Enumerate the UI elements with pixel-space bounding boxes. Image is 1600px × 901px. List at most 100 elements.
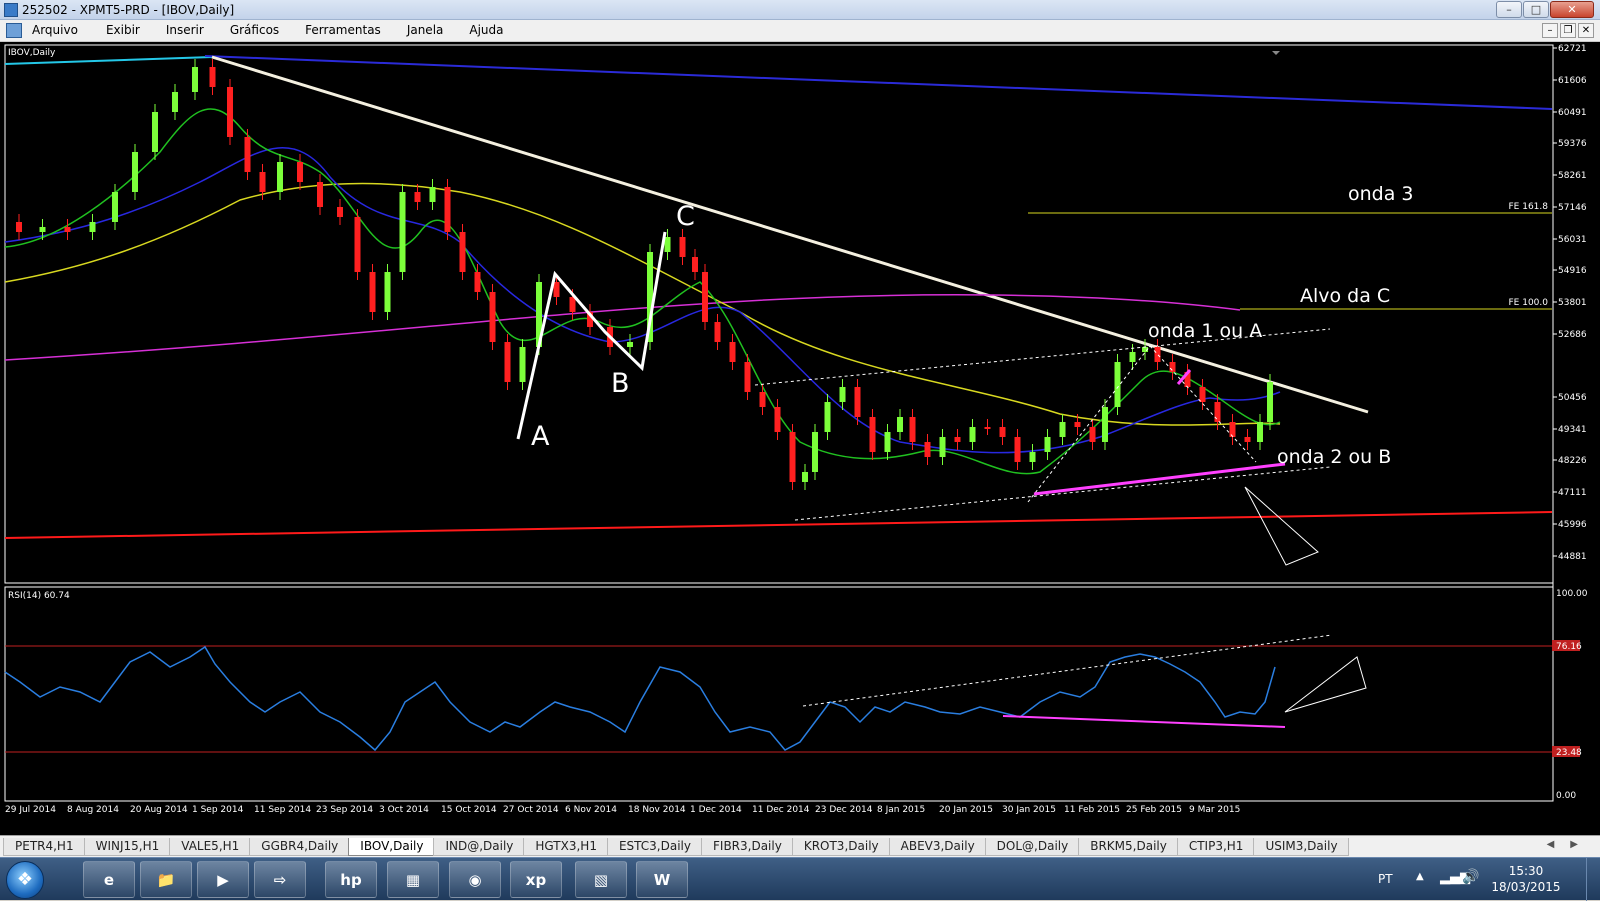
price-tick-label: 53801 <box>1558 298 1587 308</box>
candle-body <box>152 112 158 152</box>
clock-time: 15:30 <box>1508 864 1544 878</box>
hp-icon[interactable]: hp <box>325 861 377 898</box>
ie-icon[interactable]: e <box>83 861 135 898</box>
network-icon[interactable]: ⇨ <box>254 861 306 898</box>
annotation-onda-1-ou-a: onda 1 ou A <box>1148 320 1262 342</box>
price-chart[interactable]: FE 161.8 FE 100.0 onda 3 Alvo da C onda … <box>0 42 1600 835</box>
candle-body <box>984 427 991 429</box>
rsi-pane-border <box>4 586 1554 802</box>
chart-app-icon[interactable]: ▧ <box>575 861 627 898</box>
candle-body <box>489 292 496 342</box>
candle-body <box>692 257 698 272</box>
menu-item-gráficos[interactable]: Gráficos <box>230 23 305 37</box>
candle-body <box>414 192 421 202</box>
tab-ibov-daily[interactable]: IBOV,Daily <box>348 838 435 856</box>
child-minimize-icon[interactable]: – <box>1542 23 1558 38</box>
minimize-icon[interactable]: – <box>1496 1 1522 18</box>
wave2-dotted <box>1149 345 1257 463</box>
child-close-icon[interactable]: ✕ <box>1578 23 1594 38</box>
language-indicator[interactable]: PT <box>1378 872 1393 886</box>
media-icon[interactable]: ▶ <box>197 861 249 898</box>
price-tick-label: 50456 <box>1558 393 1587 403</box>
menu-item-inserir[interactable]: Inserir <box>166 23 230 37</box>
rsi-magenta-line <box>1002 715 1286 728</box>
menu-item-arquivo[interactable]: Arquivo <box>32 23 106 37</box>
main-pane-border <box>4 44 1554 584</box>
candle-body <box>444 187 451 232</box>
candle-body <box>132 152 138 192</box>
candle-body <box>1244 437 1251 442</box>
date-tick-label: 27 Oct 2014 <box>503 805 559 815</box>
menu-item-janela[interactable]: Janela <box>407 23 470 37</box>
candle-body <box>259 172 266 192</box>
annotation-onda-3: onda 3 <box>1348 183 1414 205</box>
price-tick-label: 62721 <box>1558 44 1587 54</box>
candle-body <box>729 342 736 362</box>
tab-scroll-arrows-icon[interactable]: ◀▶ <box>1547 839 1594 850</box>
tab-abev3-daily[interactable]: ABEV3,Daily <box>888 838 986 856</box>
chart-shift-marker-icon[interactable] <box>1272 51 1280 55</box>
candle-body <box>924 442 931 457</box>
xp-icon[interactable]: xp <box>510 861 562 898</box>
candle-body <box>459 232 466 272</box>
candle-body <box>789 432 796 482</box>
start-button[interactable]: ❖ <box>6 861 44 899</box>
tab-dol-daily[interactable]: DOL@,Daily <box>984 838 1080 856</box>
tab-list: PETR4,H1 WINJ15,H1 VALE5,H1 GGBR4,Daily IBOV… <box>3 838 1349 856</box>
tab-petr4-h1[interactable]: PETR4,H1 <box>3 838 85 856</box>
blue-trendline <box>204 55 1553 110</box>
candle-body <box>1044 437 1051 452</box>
tab-winj15-h1[interactable]: WINJ15,H1 <box>83 838 171 856</box>
word-icon[interactable]: W <box>636 861 688 898</box>
date-tick-label: 1 Sep 2014 <box>192 805 244 815</box>
up-triangle-shape <box>1284 656 1367 713</box>
date-tick-label: 15 Oct 2014 <box>441 805 497 815</box>
tab-krot3-daily[interactable]: KROT3,Daily <box>791 838 890 856</box>
candle-body <box>277 162 283 192</box>
menu-item-exibir[interactable]: Exibir <box>106 23 166 37</box>
child-restore-icon[interactable]: ❐ <box>1560 23 1576 38</box>
tab-ggbr4-daily[interactable]: GGBR4,Daily <box>249 838 350 856</box>
tab-fibr3-daily[interactable]: FIBR3,Daily <box>701 838 793 856</box>
candle-body <box>16 222 22 232</box>
candle-body <box>854 387 861 417</box>
maximize-icon[interactable]: □ <box>1523 1 1549 18</box>
tab-brkm5-daily[interactable]: BRKM5,Daily <box>1078 838 1178 856</box>
fe-100-label: FE 100.0 <box>1509 298 1549 308</box>
archive-icon[interactable]: ▦ <box>387 861 439 898</box>
close-icon[interactable]: ✕ <box>1550 1 1594 18</box>
rsi-tick-100: 100.00 <box>1556 589 1588 599</box>
candle-body <box>744 362 751 392</box>
menu-item-ajuda[interactable]: Ajuda <box>469 23 529 37</box>
candle-body <box>1169 362 1176 372</box>
candle-body <box>89 222 96 232</box>
system-tray: PT ▲ ▂▄▆ 🔊 15:30 18/03/2015 <box>1350 858 1600 901</box>
show-desktop-button[interactable] <box>1586 858 1600 901</box>
tab-hgtx3-h1[interactable]: HGTX3,H1 <box>523 838 608 856</box>
date-tick-label: 11 Feb 2015 <box>1064 805 1120 815</box>
date-tick-label: 23 Sep 2014 <box>316 805 373 815</box>
volume-icon[interactable]: 🔊 <box>1462 869 1479 885</box>
chart-window[interactable]: FE 161.8 FE 100.0 onda 3 Alvo da C onda … <box>0 42 1600 835</box>
date-tick-label: 1 Dec 2014 <box>690 805 742 815</box>
tray-expand-icon[interactable]: ▲ <box>1416 871 1424 882</box>
tab-vale5-h1[interactable]: VALE5,H1 <box>169 838 251 856</box>
candle-body <box>227 87 233 137</box>
candle-body <box>519 347 526 382</box>
main-menu: Arquivo Exibir Inserir Gráficos Ferramentas J… <box>32 23 530 37</box>
chrome-icon[interactable]: ◉ <box>449 861 501 898</box>
date-tick-label: 6 Nov 2014 <box>565 805 617 815</box>
document-icon[interactable] <box>6 23 22 38</box>
tab-usim3-daily[interactable]: USIM3,Daily <box>1253 838 1349 856</box>
price-tick-label: 52686 <box>1558 330 1587 340</box>
candle-body <box>884 432 891 452</box>
tab-ind-daily[interactable]: IND@,Daily <box>433 838 525 856</box>
price-axis: 62721 61606 60491 59376 58261 57146 56031 54916… <box>1553 44 1587 562</box>
menu-item-ferramentas[interactable]: Ferramentas <box>305 23 407 37</box>
tab-ctip3-h1[interactable]: CTIP3,H1 <box>1176 838 1255 856</box>
folder-icon[interactable]: 📁 <box>140 861 192 898</box>
candle-body <box>1074 422 1081 427</box>
clock[interactable]: 15:30 18/03/2015 <box>1486 863 1566 895</box>
candle-body <box>1114 362 1121 407</box>
tab-estc3-daily[interactable]: ESTC3,Daily <box>606 838 702 856</box>
